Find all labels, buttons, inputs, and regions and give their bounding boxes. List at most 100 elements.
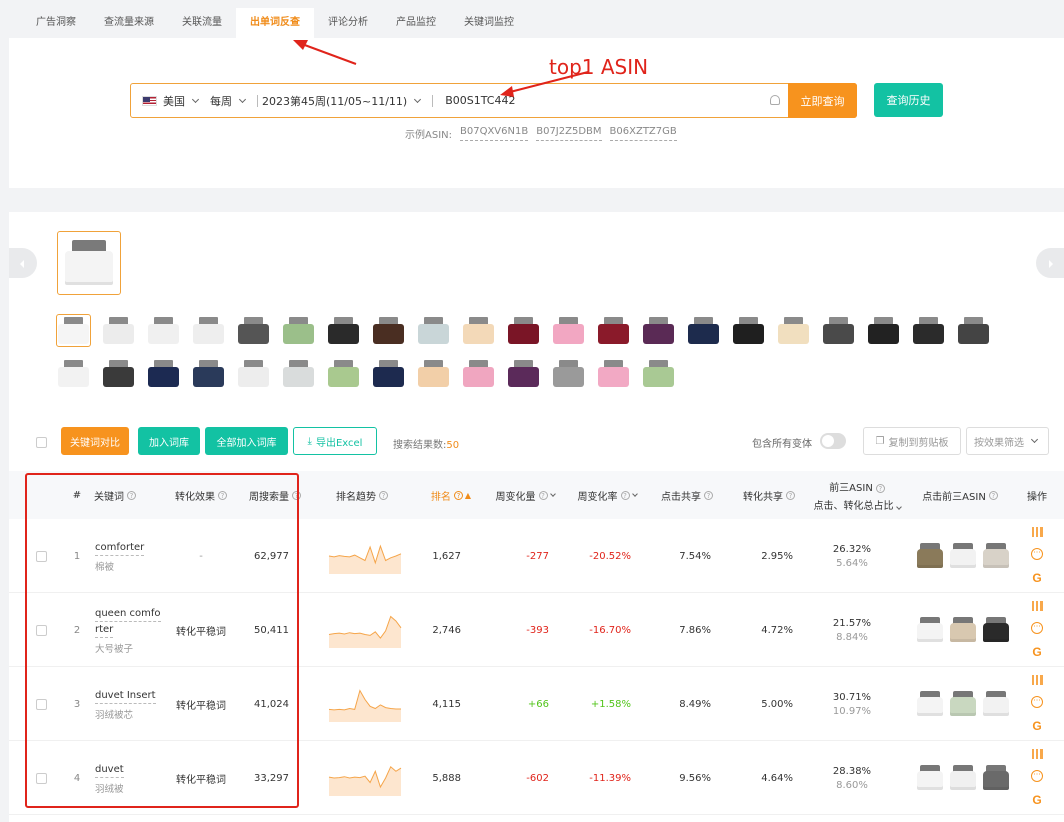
asin-thumbnail[interactable] [915, 615, 945, 645]
week-select[interactable]: 2023第45周(11/05~11/11) [262, 93, 428, 109]
google-icon[interactable]: G [1032, 719, 1041, 733]
help-icon[interactable]: ? [704, 490, 713, 500]
example-asin-link[interactable]: B07QXV6N1B [460, 126, 529, 141]
asin-thumbnail[interactable] [948, 615, 978, 645]
asin-thumbnail[interactable] [915, 763, 945, 793]
variant-thumbnail[interactable] [777, 315, 810, 346]
sort-asc-icon[interactable]: ▲ [465, 491, 471, 500]
asin-input[interactable] [445, 94, 786, 107]
variant-thumbnail[interactable] [192, 315, 225, 346]
include-variants-toggle[interactable] [820, 433, 846, 449]
sort-icon[interactable] [631, 490, 638, 497]
export-excel-button[interactable]: ⤓ 导出Excel [293, 427, 377, 455]
variant-thumbnail[interactable] [147, 358, 180, 389]
help-icon[interactable]: ? [988, 490, 998, 500]
header-weekly-rate[interactable]: 周变化率? [569, 471, 645, 519]
variant-thumbnail[interactable] [867, 315, 900, 346]
variant-thumbnail[interactable] [237, 358, 270, 389]
chart-icon[interactable] [1031, 526, 1043, 537]
row-checkbox[interactable] [36, 550, 47, 562]
variant-thumbnail[interactable] [192, 358, 225, 389]
keyword-text[interactable]: comforter [95, 540, 145, 556]
help-icon[interactable]: ? [218, 490, 227, 500]
variant-thumbnail[interactable] [642, 315, 675, 346]
keyword-text[interactable]: duvet Insert [95, 688, 156, 704]
chart-icon[interactable] [1031, 748, 1043, 759]
keyword-text-cont[interactable]: rter [95, 622, 114, 638]
more-icon[interactable]: ··· [1031, 769, 1043, 782]
tab-keyword-monitor[interactable]: 关键词监控 [450, 8, 528, 38]
asin-thumbnail[interactable] [915, 541, 945, 571]
variant-thumbnail[interactable] [56, 314, 91, 347]
asin-thumbnail[interactable] [981, 763, 1011, 793]
keyword-text[interactable]: queen comfo [95, 606, 161, 622]
variant-thumbnail[interactable] [282, 315, 315, 346]
add-to-library-button[interactable]: 加入词库 [138, 427, 200, 455]
more-icon[interactable]: ··· [1031, 547, 1043, 560]
chart-icon[interactable] [1031, 674, 1043, 685]
rank-trend-sparkline[interactable] [327, 536, 403, 576]
rank-trend-sparkline[interactable] [327, 610, 403, 650]
variant-thumbnail[interactable] [417, 315, 450, 346]
help-icon[interactable]: ? [620, 490, 630, 500]
prev-arrow-icon[interactable] [9, 248, 37, 278]
example-asin-link[interactable]: B07J2Z5DBM [536, 126, 602, 141]
chart-icon[interactable] [1031, 600, 1043, 611]
variant-thumbnail[interactable] [507, 315, 540, 346]
sort-icon[interactable] [895, 503, 902, 510]
keyword-text[interactable]: duvet [95, 762, 124, 778]
next-arrow-icon[interactable] [1036, 248, 1064, 278]
variant-thumbnail[interactable] [282, 358, 315, 389]
query-button[interactable]: 立即查询 [788, 83, 857, 118]
variant-thumbnail[interactable] [552, 315, 585, 346]
asin-thumbnail[interactable] [948, 763, 978, 793]
help-icon[interactable]: ? [453, 490, 463, 500]
table-row[interactable]: 4 duvet 羽绒被 转化平稳词 33,297 5,888 -602 -11.39% 9.56… [9, 741, 1064, 815]
more-icon[interactable]: ··· [1031, 695, 1043, 708]
variant-thumbnail[interactable] [57, 358, 90, 389]
help-icon[interactable]: ? [127, 490, 136, 500]
asin-thumbnail[interactable] [981, 615, 1011, 645]
tab-related-traffic[interactable]: 关联流量 [168, 8, 236, 38]
asin-thumbnail[interactable] [981, 689, 1011, 719]
google-icon[interactable]: G [1032, 793, 1041, 807]
select-all-checkbox[interactable] [36, 437, 47, 448]
tab-order-keyword-reverse[interactable]: 出单词反查 [236, 8, 314, 38]
help-icon[interactable]: ? [786, 490, 795, 500]
header-rank[interactable]: 排名? ▲ [421, 471, 481, 519]
help-icon[interactable]: ? [875, 483, 885, 493]
period-select[interactable]: 每周 [210, 93, 253, 109]
more-icon[interactable]: ··· [1031, 621, 1043, 634]
table-row[interactable]: 3 duvet Insert 羽绒被芯 转化平稳词 41,024 4,115 +66 +1.5… [9, 667, 1064, 741]
tab-ad-insight[interactable]: 广告洞察 [22, 8, 90, 38]
variant-thumbnail[interactable] [822, 315, 855, 346]
sort-icon[interactable] [549, 490, 556, 497]
table-row[interactable]: 1 comforter 棉被 - 62,977 1,627 -277 -20.52% 7.54%… [9, 519, 1064, 593]
tab-product-monitor[interactable]: 产品监控 [382, 8, 450, 38]
variant-thumbnail[interactable] [417, 358, 450, 389]
variant-thumbnail[interactable] [687, 315, 720, 346]
row-checkbox[interactable] [36, 624, 47, 636]
variant-thumbnail[interactable] [462, 315, 495, 346]
variant-thumbnail[interactable] [597, 358, 630, 389]
row-checkbox[interactable] [36, 698, 47, 710]
variant-thumbnail[interactable] [147, 315, 180, 346]
variant-thumbnail[interactable] [237, 315, 270, 346]
copy-to-clipboard-button[interactable]: ❐ 复制到剪贴板 [863, 427, 961, 455]
query-history-button[interactable]: 查询历史 [874, 83, 943, 117]
variant-thumbnail[interactable] [102, 358, 135, 389]
variant-thumbnail[interactable] [912, 315, 945, 346]
variant-thumbnail[interactable] [957, 315, 990, 346]
help-icon[interactable]: ? [538, 490, 548, 500]
row-checkbox[interactable] [36, 772, 47, 784]
effect-filter-select[interactable]: 按效果筛选 [966, 427, 1049, 455]
variant-thumbnail[interactable] [462, 358, 495, 389]
asin-thumbnail[interactable] [981, 541, 1011, 571]
variant-thumbnail[interactable] [372, 315, 405, 346]
keyword-compare-button[interactable]: 关键词对比 [61, 427, 129, 455]
variant-thumbnail[interactable] [102, 315, 135, 346]
asin-thumbnail[interactable] [948, 689, 978, 719]
help-icon[interactable]: ? [379, 490, 388, 500]
help-icon[interactable]: ? [292, 490, 301, 500]
variant-thumbnail[interactable] [327, 315, 360, 346]
